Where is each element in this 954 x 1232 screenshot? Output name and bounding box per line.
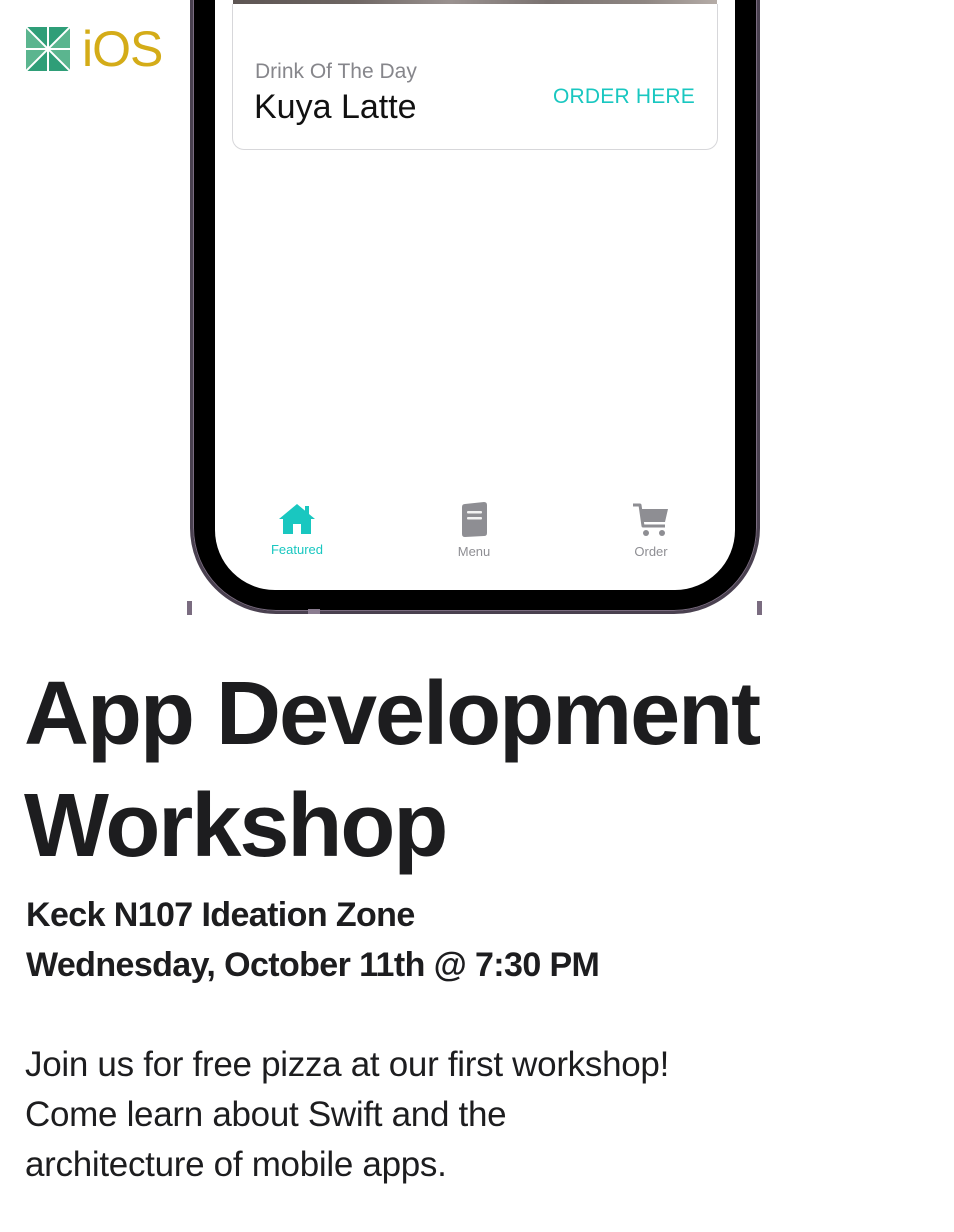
ios-logo: iOS	[26, 21, 163, 77]
house-icon	[279, 504, 315, 534]
description-line: Come learn about Swift and the	[25, 1095, 507, 1134]
event-description: Join us for free pizza at our first work…	[25, 1040, 669, 1190]
tab-featured[interactable]: Featured	[237, 502, 357, 557]
drink-of-the-day-card: Drink Of The Day Kuya Latte ORDER HERE	[232, 4, 718, 150]
phone-side-button	[187, 601, 192, 615]
drink-name: Kuya Latte	[254, 88, 417, 126]
event-location: Keck N107 Ideation Zone	[26, 896, 415, 934]
description-line: architecture of mobile apps.	[25, 1145, 447, 1184]
logo-text: iOS	[82, 21, 163, 77]
phone-screen: Drink Of The Day Kuya Latte ORDER HERE F…	[215, 0, 735, 590]
tab-label: Featured	[270, 542, 324, 557]
tab-order[interactable]: Order	[591, 502, 711, 559]
title-line: Workshop	[24, 776, 448, 876]
drink-card-kicker: Drink Of The Day	[255, 60, 417, 83]
cart-icon	[633, 503, 668, 536]
event-datetime: Wednesday, October 11th @ 7:30 PM	[26, 946, 600, 984]
book-icon	[462, 502, 487, 537]
title-line: App Development	[24, 664, 761, 764]
phone-side-button	[757, 601, 762, 615]
tab-label: Menu	[457, 544, 491, 559]
page-title: App Development Workshop	[24, 658, 761, 882]
club-mark-icon	[26, 27, 70, 71]
tab-menu[interactable]: Menu	[414, 502, 534, 559]
tab-label: Order	[634, 544, 668, 559]
phone-antenna-band	[308, 609, 320, 614]
order-here-button[interactable]: ORDER HERE	[553, 85, 695, 109]
description-line: Join us for free pizza at our first work…	[25, 1045, 669, 1084]
